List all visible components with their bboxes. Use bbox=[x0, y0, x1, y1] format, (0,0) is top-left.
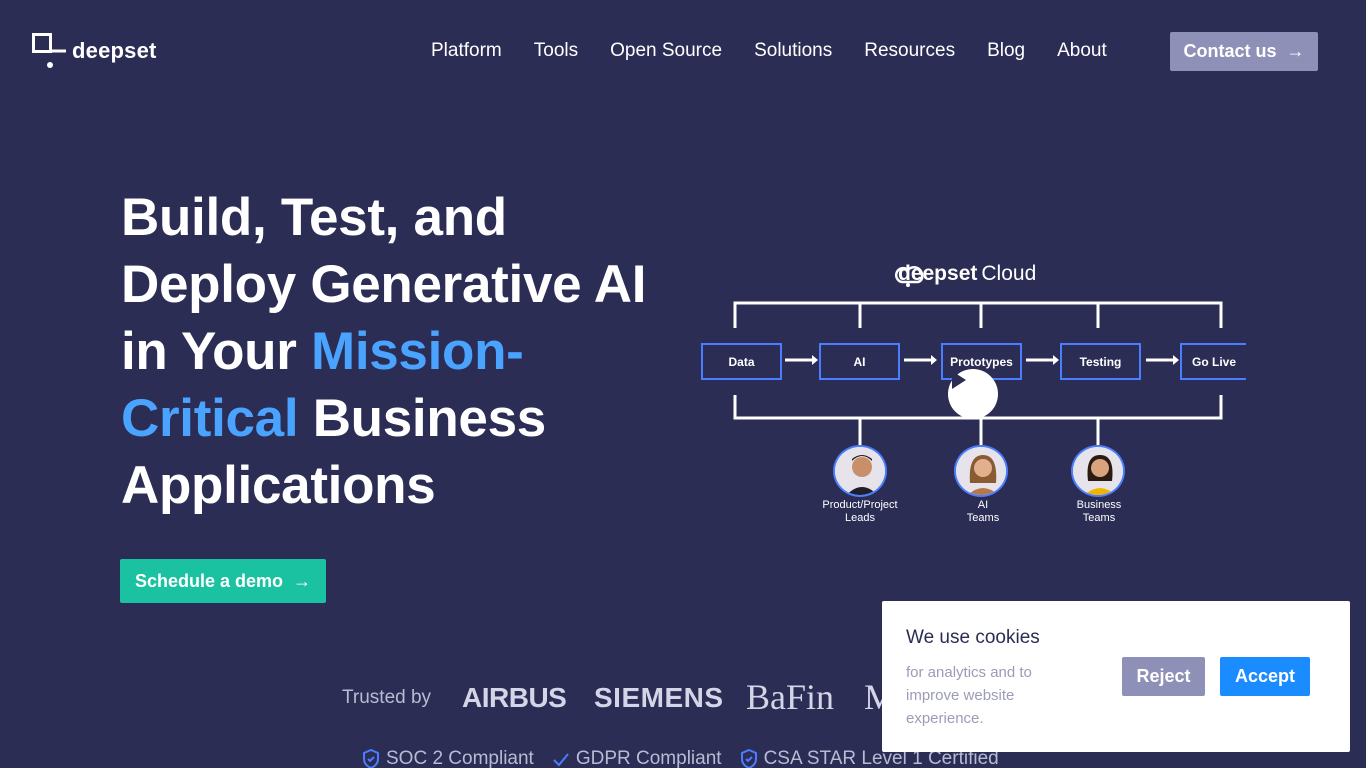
hero-accent-critical: Critical bbox=[121, 389, 299, 448]
role-ai-teams: AI Teams bbox=[928, 499, 1038, 525]
stage-testing: Testing bbox=[1060, 343, 1141, 380]
hero-line-3: in Your bbox=[121, 322, 311, 381]
accept-cookies-button[interactable]: Accept bbox=[1220, 657, 1310, 696]
deepset-logo-icon bbox=[32, 33, 66, 69]
role-line: Product/Project bbox=[822, 499, 898, 511]
reject-cookies-button[interactable]: Reject bbox=[1122, 657, 1205, 696]
cookie-text: for analytics and to improve website exp… bbox=[906, 664, 1032, 727]
brand-logo-airbus: AIRBUS bbox=[462, 682, 567, 713]
trusted-by-label: Trusted by bbox=[342, 687, 432, 708]
hero-line-5: Applications bbox=[121, 456, 436, 515]
shield-check-icon bbox=[363, 749, 379, 768]
deepset-cloud-light: Cloud bbox=[981, 262, 1037, 285]
check-icon bbox=[553, 753, 569, 767]
role-line: AI bbox=[977, 499, 989, 511]
hero-accent-mission: Mission- bbox=[310, 322, 524, 381]
hero-line-1: Build, Test, and bbox=[121, 188, 507, 247]
arrow-right-icon: → bbox=[293, 570, 312, 591]
hero-title: Build, Test, and Deploy Generative AI in… bbox=[121, 184, 701, 519]
hero-line-2: Deploy Generative AI bbox=[121, 255, 647, 314]
schedule-demo-label: Schedule a demo bbox=[134, 570, 284, 591]
role-business-teams: Business Teams bbox=[1044, 499, 1154, 525]
brand-logo-siemens: SIEMENS bbox=[594, 682, 724, 713]
role-product-project-leads: Product/Project Leads bbox=[805, 499, 915, 525]
cert-gdpr: GDPR Compliant bbox=[552, 748, 722, 768]
role-line: Business bbox=[1076, 499, 1122, 511]
arrow-right-icon: → bbox=[1286, 41, 1305, 61]
stage-ai: AI bbox=[819, 343, 900, 380]
nav-item-about[interactable]: About bbox=[1057, 40, 1107, 62]
brand-logo-bafin: BaFin bbox=[746, 677, 835, 717]
brand-logo[interactable]: deepset bbox=[32, 33, 157, 69]
avatar-ai-team bbox=[954, 445, 1008, 497]
hero-line-4: Business bbox=[298, 389, 547, 448]
avatar-business-team bbox=[1071, 445, 1125, 497]
stage-go-live: Go Live bbox=[1180, 343, 1246, 380]
cert-label: GDPR Compliant bbox=[575, 748, 722, 768]
deepset-cloud-logo: deepset Cloud bbox=[894, 262, 1037, 287]
avatar-product-lead bbox=[833, 445, 887, 497]
nav-item-tools[interactable]: Tools bbox=[534, 40, 578, 62]
nav-item-solutions[interactable]: Solutions bbox=[754, 40, 832, 62]
cookie-title: We use cookies bbox=[906, 627, 1040, 648]
nav-item-platform[interactable]: Platform bbox=[431, 40, 502, 62]
schedule-demo-button[interactable]: Schedule a demo → bbox=[120, 559, 326, 603]
brand-name: deepset bbox=[72, 38, 157, 63]
role-line: Teams bbox=[966, 512, 1000, 524]
deepset-cloud-diagram: deepset Cloud Data AI Prototypes Testing … bbox=[698, 258, 1258, 538]
nav-item-open-source[interactable]: Open Source bbox=[610, 40, 722, 62]
contact-us-label: Contact us bbox=[1183, 41, 1277, 61]
cert-label: SOC 2 Compliant bbox=[386, 748, 534, 768]
play-video-button[interactable] bbox=[948, 369, 998, 419]
contact-us-button[interactable]: Contact us → bbox=[1170, 32, 1318, 71]
play-icon bbox=[952, 371, 966, 389]
role-line: Leads bbox=[845, 512, 875, 524]
cert-soc2: SOC 2 Compliant bbox=[362, 748, 534, 768]
role-line: Teams bbox=[1082, 512, 1116, 524]
main-nav: Platform Tools Open Source Solutions Res… bbox=[415, 32, 1123, 70]
nav-item-blog[interactable]: Blog bbox=[987, 40, 1025, 62]
shield-check-icon bbox=[740, 749, 757, 768]
nav-item-resources[interactable]: Resources bbox=[864, 40, 955, 62]
cookie-banner: We use cookies for analytics and to impr… bbox=[882, 601, 1350, 752]
stage-data: Data bbox=[701, 343, 782, 380]
